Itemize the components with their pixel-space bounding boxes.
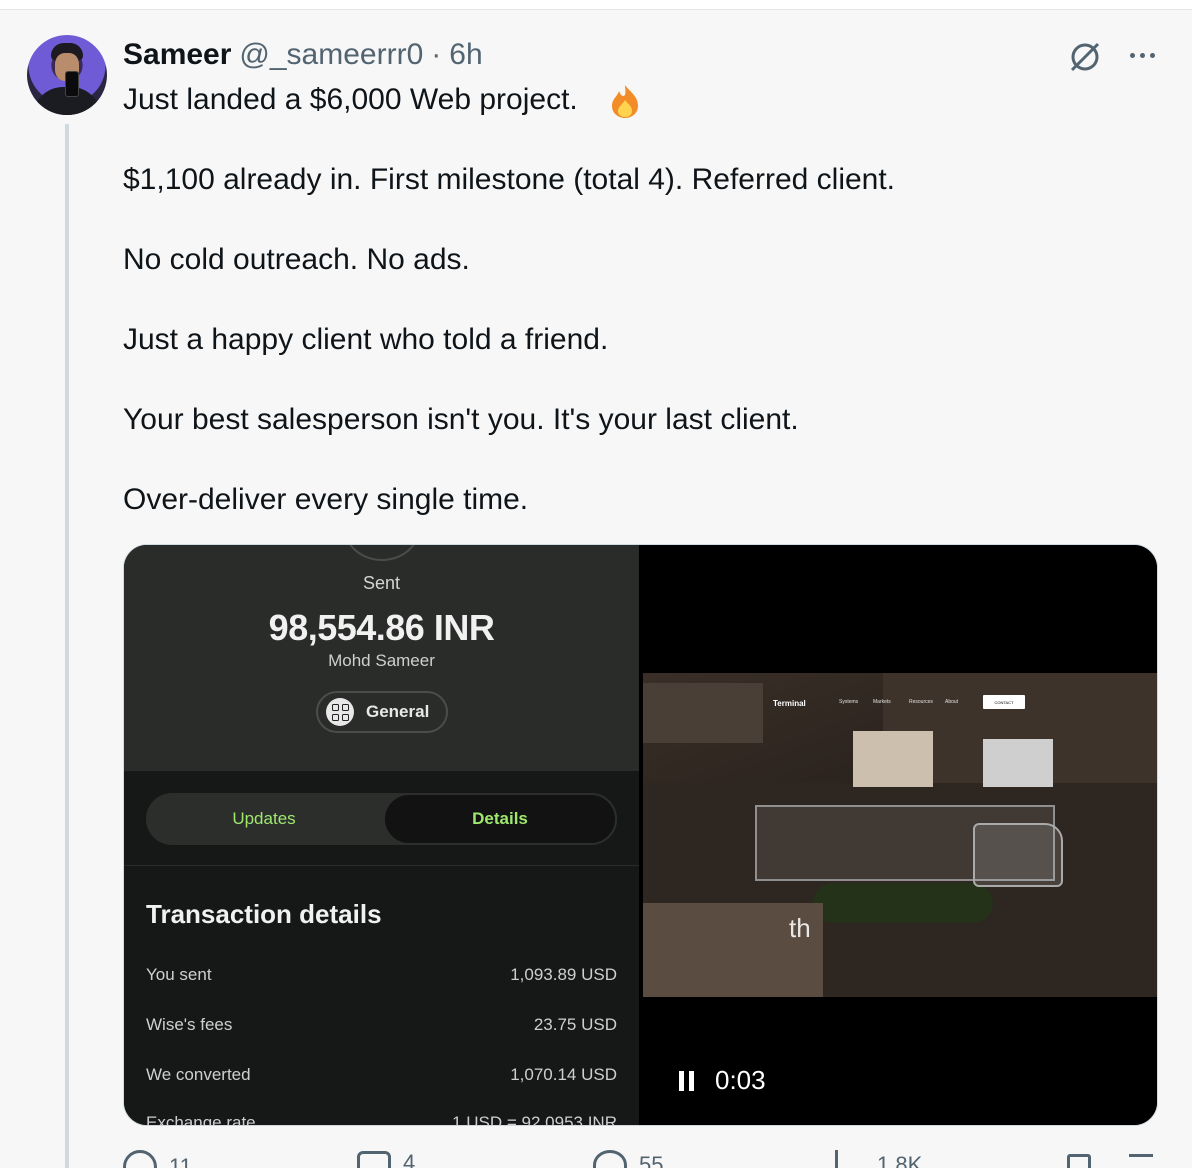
like-count: 55 <box>639 1152 664 1168</box>
fire-icon <box>612 85 638 118</box>
reply-count: 11 <box>169 1154 192 1168</box>
post-line-4: Just a happy client who told a friend. <box>123 323 609 356</box>
bookmark-icon[interactable] <box>1067 1154 1091 1168</box>
detail-row: We converted 1,070.14 USD <box>146 1065 617 1085</box>
detail-label: We converted <box>146 1065 251 1084</box>
top-border <box>0 0 1192 10</box>
more-dot <box>1129 52 1135 58</box>
detail-label: You sent <box>146 965 212 984</box>
author-handle[interactable]: @_sameerrr0 <box>239 38 423 72</box>
detail-row: Exchange rate 1 USD = 92.0953 INR <box>146 1113 617 1126</box>
post-header: Sameer @_sameerrr0 · 6h <box>123 38 483 74</box>
video-truck <box>983 739 1053 787</box>
receipt-tabs: Updates Details <box>146 793 617 845</box>
receipt-amount: 98,554.86 INR <box>268 607 495 648</box>
heart-icon <box>593 1150 627 1168</box>
repost-button[interactable]: 4 <box>357 1150 415 1168</box>
tab-details: Details <box>383 793 617 845</box>
more-dot <box>1149 52 1155 58</box>
video-site-logo: Terminal <box>773 699 806 708</box>
post-line-3: No cold outreach. No ads. <box>123 243 470 276</box>
receipt-status-circle <box>344 545 420 561</box>
repost-count: 4 <box>403 1150 416 1168</box>
detail-value: 1,093.89 USD <box>510 965 617 984</box>
reply-icon <box>123 1150 157 1168</box>
repost-icon <box>357 1151 391 1168</box>
video-contact-button: CONTACT <box>983 695 1025 709</box>
video-site-nav: Terminal Systems Markets Resources About… <box>643 693 1157 715</box>
tab-updates: Updates <box>232 809 296 828</box>
receipt-sent-label: Sent <box>362 573 401 593</box>
video-time: 0:03 <box>715 1065 766 1095</box>
grok-icon[interactable] <box>1066 38 1104 76</box>
views-button[interactable]: 1.8K <box>835 1150 922 1168</box>
more-options-icon[interactable] <box>1122 40 1162 70</box>
avatar[interactable] <box>27 35 107 115</box>
header-separator: · <box>431 38 442 71</box>
views-count: 1.8K <box>877 1152 923 1168</box>
detail-label: Wise's fees <box>146 1015 233 1034</box>
receipt-divider <box>124 865 639 866</box>
video-nav-item: Resources <box>909 699 933 705</box>
author-name[interactable]: Sameer <box>123 38 231 72</box>
post-line-2: $1,100 already in. First milestone (tota… <box>123 163 896 196</box>
video-overlay-text: th <box>789 913 811 943</box>
post-time[interactable]: 6h <box>449 38 482 72</box>
post-line-6: Over-deliver every single time. <box>123 483 529 516</box>
detail-label: Exchange rate <box>146 1113 256 1126</box>
video-trees <box>813 883 993 923</box>
reply-button[interactable]: 11 <box>123 1150 192 1168</box>
video-frame: Terminal Systems Markets Resources About… <box>643 673 1157 997</box>
like-button[interactable]: 55 <box>593 1150 663 1168</box>
media-video[interactable]: Terminal Systems Markets Resources About… <box>643 545 1157 1125</box>
post-line-5: Your best salesperson isn't you. It's yo… <box>123 403 799 436</box>
general-chip-label: General <box>366 702 430 721</box>
detail-value: 1 USD = 92.0953 INR <box>452 1113 617 1126</box>
video-truck <box>853 731 933 787</box>
video-wireframe-cab <box>973 823 1063 887</box>
receipt-header: Sent 98,554.86 INR Mohd Sameer General <box>124 545 639 771</box>
media-image-wise-receipt[interactable]: Sent 98,554.86 INR Mohd Sameer General U… <box>124 545 639 1126</box>
post-media[interactable]: Sent 98,554.86 INR Mohd Sameer General U… <box>123 544 1158 1126</box>
transaction-details-title: Transaction details <box>146 899 382 929</box>
grid-icon <box>326 698 354 726</box>
video-nav-item: About <box>945 699 959 705</box>
detail-value: 23.75 USD <box>533 1015 617 1034</box>
views-icon <box>835 1150 865 1168</box>
detail-value: 1,070.14 USD <box>510 1065 617 1084</box>
detail-row: Wise's fees 23.75 USD <box>146 1015 617 1035</box>
video-nav-item: Systems <box>839 699 859 705</box>
receipt-recipient: Mohd Sameer <box>328 651 435 670</box>
avatar-phone <box>65 71 79 97</box>
pause-icon[interactable] <box>679 1071 695 1091</box>
general-chip: General <box>316 691 448 733</box>
thread-line <box>65 124 69 1168</box>
share-icon[interactable] <box>1129 1154 1153 1168</box>
video-nav-item: Markets <box>873 699 891 705</box>
detail-row: You sent 1,093.89 USD <box>146 965 617 985</box>
more-dot <box>1139 52 1145 58</box>
post-actions: 11 4 55 1.8K <box>123 1150 1163 1168</box>
